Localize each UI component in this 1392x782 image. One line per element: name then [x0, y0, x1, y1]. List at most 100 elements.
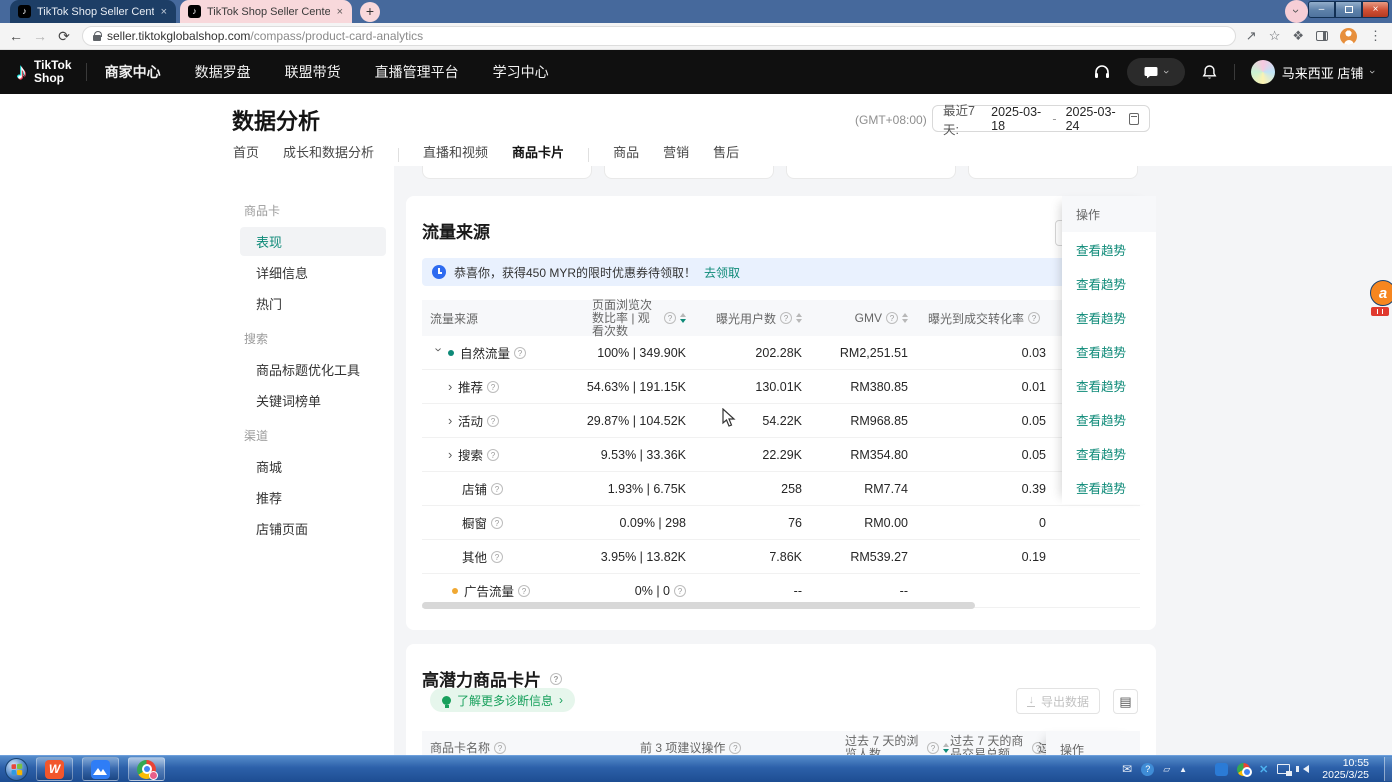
- topnav-item-0[interactable]: 商家中心: [105, 62, 161, 82]
- sidebar-item-店铺页面[interactable]: 店铺页面: [240, 514, 386, 543]
- expand-chevron-icon[interactable]: ›: [432, 348, 447, 358]
- help-icon[interactable]: ?: [487, 449, 499, 461]
- help-icon[interactable]: ?: [780, 312, 792, 324]
- sidebar-item-商品标题优化工具[interactable]: 商品标题优化工具: [240, 355, 386, 384]
- view-trend-link[interactable]: 查看趋势: [1076, 410, 1126, 429]
- url-bar[interactable]: seller.tiktokglobalshop.com/compass/prod…: [82, 26, 1236, 46]
- view-trend-link[interactable]: 查看趋势: [1076, 240, 1126, 259]
- expand-chevron-icon[interactable]: ›: [448, 379, 458, 394]
- horizontal-scrollbar[interactable]: [422, 602, 1140, 609]
- diagnosis-link-pill[interactable]: 了解更多诊断信息 ›: [430, 688, 575, 712]
- expand-chevron-icon[interactable]: ›: [448, 413, 458, 428]
- view-trend-link[interactable]: 查看趋势: [1076, 444, 1126, 463]
- tab-首页[interactable]: 首页: [233, 142, 259, 167]
- help-icon[interactable]: ?: [518, 585, 530, 597]
- show-desktop-button[interactable]: [1384, 757, 1392, 781]
- taskbar-clock[interactable]: 10:55 2025/3/25: [1322, 757, 1369, 781]
- taskbar-wps-button[interactable]: W: [36, 757, 73, 781]
- help-icon[interactable]: ?: [491, 517, 503, 529]
- tray-chrome-icon[interactable]: [1237, 763, 1250, 776]
- help-icon[interactable]: ?: [674, 585, 686, 597]
- expand-chevron-icon[interactable]: ›: [448, 447, 458, 462]
- tray-x-icon[interactable]: ✕: [1259, 763, 1268, 776]
- help-icon[interactable]: ?: [550, 673, 562, 685]
- tray-ime-icon[interactable]: ▱: [1163, 764, 1170, 775]
- window-close-button[interactable]: ×: [1362, 1, 1389, 18]
- sort-icon[interactable]: [943, 743, 949, 753]
- help-icon[interactable]: ?: [487, 381, 499, 393]
- report-list-button[interactable]: ▤: [1113, 689, 1138, 714]
- sidebar-item-关键词榜单[interactable]: 关键词榜单: [240, 386, 386, 415]
- sidebar-item-推荐[interactable]: 推荐: [240, 483, 386, 512]
- headset-icon[interactable]: [1093, 63, 1111, 81]
- view-trend-link[interactable]: 查看趋势: [1076, 308, 1126, 327]
- start-button[interactable]: [5, 758, 28, 781]
- view-trend-link[interactable]: 查看趋势: [1076, 342, 1126, 361]
- window-minimize-button[interactable]: –: [1308, 1, 1335, 18]
- remote-dropdown-button[interactable]: ›: [1285, 0, 1308, 23]
- help-icon[interactable]: ?: [514, 347, 526, 359]
- sidebar-item-详细信息[interactable]: 详细信息: [240, 258, 386, 287]
- sidebar-item-表现[interactable]: 表现: [240, 227, 386, 256]
- help-icon[interactable]: ?: [664, 312, 676, 324]
- bookmark-star-icon[interactable]: ☆: [1269, 28, 1281, 44]
- export-data-button[interactable]: ↓ 导出数据: [1016, 688, 1100, 714]
- col-users[interactable]: 曝光用户数?: [686, 310, 802, 327]
- help-icon[interactable]: ?: [927, 742, 939, 754]
- help-icon[interactable]: ?: [494, 742, 506, 754]
- sidebar-item-商城[interactable]: 商城: [240, 452, 386, 481]
- scrollbar-thumb[interactable]: [422, 602, 975, 609]
- tray-keyboard-icon[interactable]: ✉: [1122, 762, 1132, 776]
- taskbar-chrome-button[interactable]: [128, 757, 165, 781]
- tab-直播和视频[interactable]: 直播和视频: [423, 142, 488, 167]
- topnav-item-4[interactable]: 学习中心: [493, 62, 549, 82]
- tiktok-shop-logo[interactable]: ♪ TikTokShop: [0, 59, 86, 85]
- tab-close-icon[interactable]: ×: [160, 6, 168, 18]
- browser-tab-1[interactable]: ♪ TikTok Shop Seller Center | Cr ×: [10, 0, 176, 23]
- bell-icon[interactable]: [1201, 64, 1218, 81]
- tray-help-icon[interactable]: ?: [1141, 763, 1154, 776]
- floating-contact-widget[interactable]: a: [1365, 280, 1392, 316]
- tray-expand-icon[interactable]: ▲: [1179, 765, 1187, 774]
- col-views-7d[interactable]: 过去 7 天的浏览人数?: [845, 735, 949, 755]
- new-tab-button[interactable]: +: [360, 2, 380, 22]
- tray-app-blue-icon[interactable]: [1215, 763, 1228, 776]
- extensions-icon[interactable]: ❖: [1292, 28, 1304, 44]
- back-button[interactable]: ←: [4, 28, 28, 44]
- help-icon[interactable]: ?: [886, 312, 898, 324]
- claim-link[interactable]: 去领取: [704, 264, 740, 281]
- tab-商品卡片[interactable]: 商品卡片: [512, 142, 564, 167]
- tab-商品[interactable]: 商品: [613, 142, 639, 167]
- col-cvr[interactable]: 曝光到成交转化率?: [908, 310, 1046, 327]
- help-icon[interactable]: ?: [729, 742, 741, 754]
- forward-button[interactable]: →: [28, 28, 52, 44]
- topnav-item-3[interactable]: 直播管理平台: [375, 62, 459, 82]
- topnav-item-2[interactable]: 联盟带货: [285, 62, 341, 82]
- taskbar-meeting-button[interactable]: [82, 757, 119, 781]
- side-panel-icon[interactable]: [1316, 31, 1328, 41]
- view-trend-link[interactable]: 查看趋势: [1076, 376, 1126, 395]
- tab-售后[interactable]: 售后: [713, 142, 739, 167]
- topnav-item-1[interactable]: 数据罗盘: [195, 62, 251, 82]
- browser-tab-2[interactable]: ♪ TikTok Shop Seller Center | Cr ×: [180, 0, 352, 23]
- store-switcher[interactable]: 马来西亚 店铺 ›: [1251, 60, 1374, 84]
- messages-button[interactable]: ›: [1127, 58, 1185, 86]
- network-icon[interactable]: [1277, 764, 1290, 774]
- col-ratio[interactable]: 页面浏览次数比率 | 观看次数 ?: [590, 299, 686, 338]
- speaker-icon[interactable]: [1299, 765, 1309, 773]
- share-icon[interactable]: ↗: [1246, 28, 1257, 44]
- col-gmv[interactable]: GMV?: [802, 311, 908, 325]
- sidebar-item-热门[interactable]: 热门: [240, 289, 386, 318]
- menu-kebab-icon[interactable]: ⋮: [1369, 28, 1382, 44]
- view-trend-link[interactable]: 查看趋势: [1076, 478, 1126, 497]
- help-icon[interactable]: ?: [1028, 312, 1040, 324]
- tab-成长和数据分析[interactable]: 成长和数据分析: [283, 142, 374, 167]
- date-range-picker[interactable]: 最近7天: 2025-03-18 - 2025-03-24: [932, 105, 1150, 132]
- view-trend-link[interactable]: 查看趋势: [1076, 274, 1126, 293]
- tab-close-icon[interactable]: ×: [336, 6, 344, 18]
- tab-营销[interactable]: 营销: [663, 142, 689, 167]
- refresh-button[interactable]: ⟳: [52, 28, 76, 45]
- help-icon[interactable]: ?: [491, 483, 503, 495]
- help-icon[interactable]: ?: [487, 415, 499, 427]
- window-restore-button[interactable]: [1335, 1, 1362, 18]
